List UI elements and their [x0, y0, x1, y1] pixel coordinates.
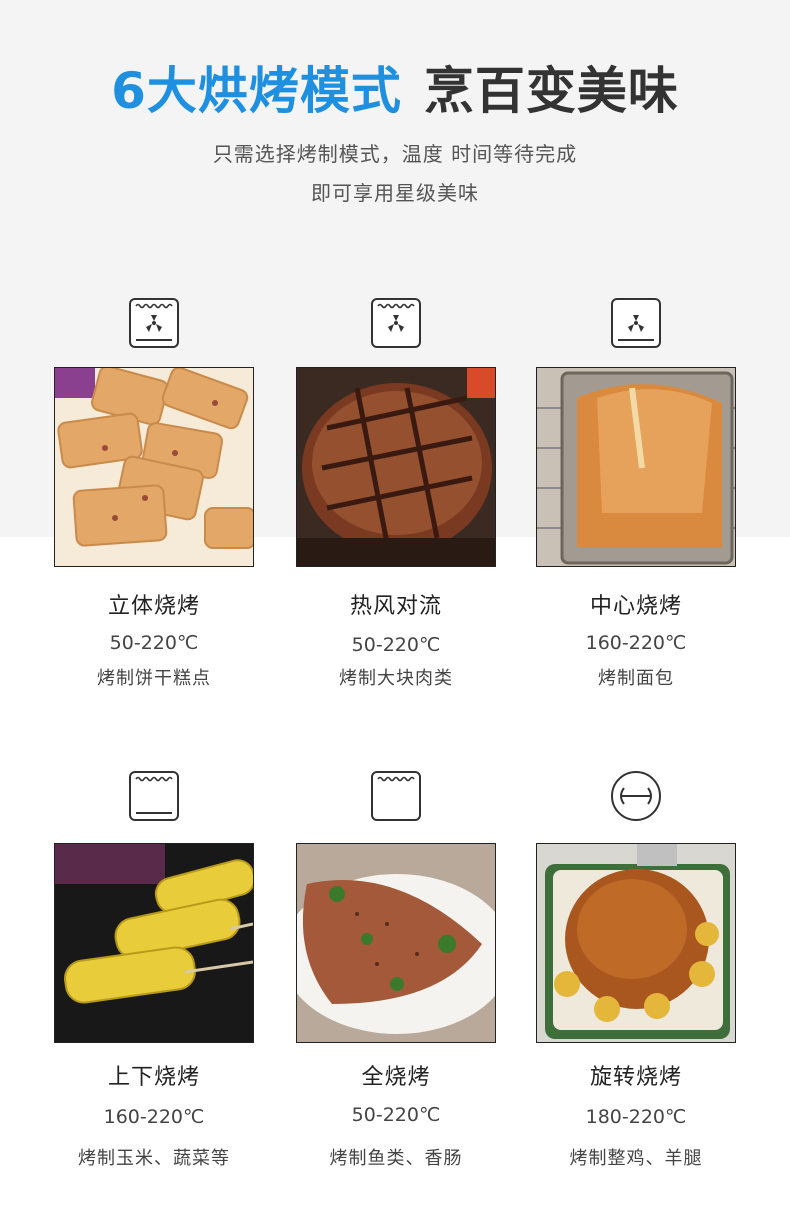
top-bottom-heat-icon	[128, 770, 180, 822]
mode-usage: 烤制饼干糕点	[97, 668, 211, 689]
mode-name: 旋转烧烤	[589, 1065, 682, 1090]
mode-usage: 烤制鱼类、香肠	[329, 1148, 463, 1169]
corn-photo	[54, 843, 254, 1043]
subtitle-line2: 即可享用星级美味	[311, 181, 479, 205]
mode-usage: 烤制面包	[598, 668, 674, 689]
mode-usage: 烤制整鸡、羊腿	[569, 1148, 703, 1169]
page-title: 6大烘烤模式 烹百变美味	[0, 58, 790, 124]
mode-temp: 50-220℃	[351, 1104, 441, 1126]
fan-top-bottom-heat-icon	[128, 297, 180, 349]
mode-usage: 烤制玉米、蔬菜等	[78, 1148, 230, 1169]
mode-name: 中心烧烤	[589, 594, 682, 619]
mode-usage: 烤制大块肉类	[339, 668, 453, 689]
cookies-photo	[54, 367, 254, 567]
mode-temp: 180-220℃	[585, 1106, 687, 1128]
subtitle-line1: 只需选择烤制模式，温度 时间等待完成	[212, 142, 578, 166]
fan-top-heat-icon	[370, 297, 422, 349]
title-rest: 烹百变美味	[423, 62, 679, 120]
mode-temp: 50-220℃	[351, 634, 441, 656]
mode-name: 全烧烤	[361, 1065, 431, 1090]
roast-beef-photo	[296, 367, 496, 567]
mode-name: 热风对流	[349, 594, 442, 619]
top-heat-icon	[370, 770, 422, 822]
mode-name: 立体烧烤	[107, 594, 200, 619]
grilled-fish-photo	[296, 843, 496, 1043]
title-highlight: 6大烘烤模式	[111, 62, 402, 120]
mode-name: 上下烧烤	[107, 1065, 200, 1090]
mode-temp: 50-220℃	[109, 632, 199, 654]
rotisserie-icon	[610, 770, 662, 822]
mode-temp: 160-220℃	[585, 632, 687, 654]
bread-loaf-photo	[536, 367, 736, 567]
mode-temp: 160-220℃	[103, 1106, 205, 1128]
fan-bottom-heat-icon	[610, 297, 662, 349]
roast-chicken-photo	[536, 843, 736, 1043]
